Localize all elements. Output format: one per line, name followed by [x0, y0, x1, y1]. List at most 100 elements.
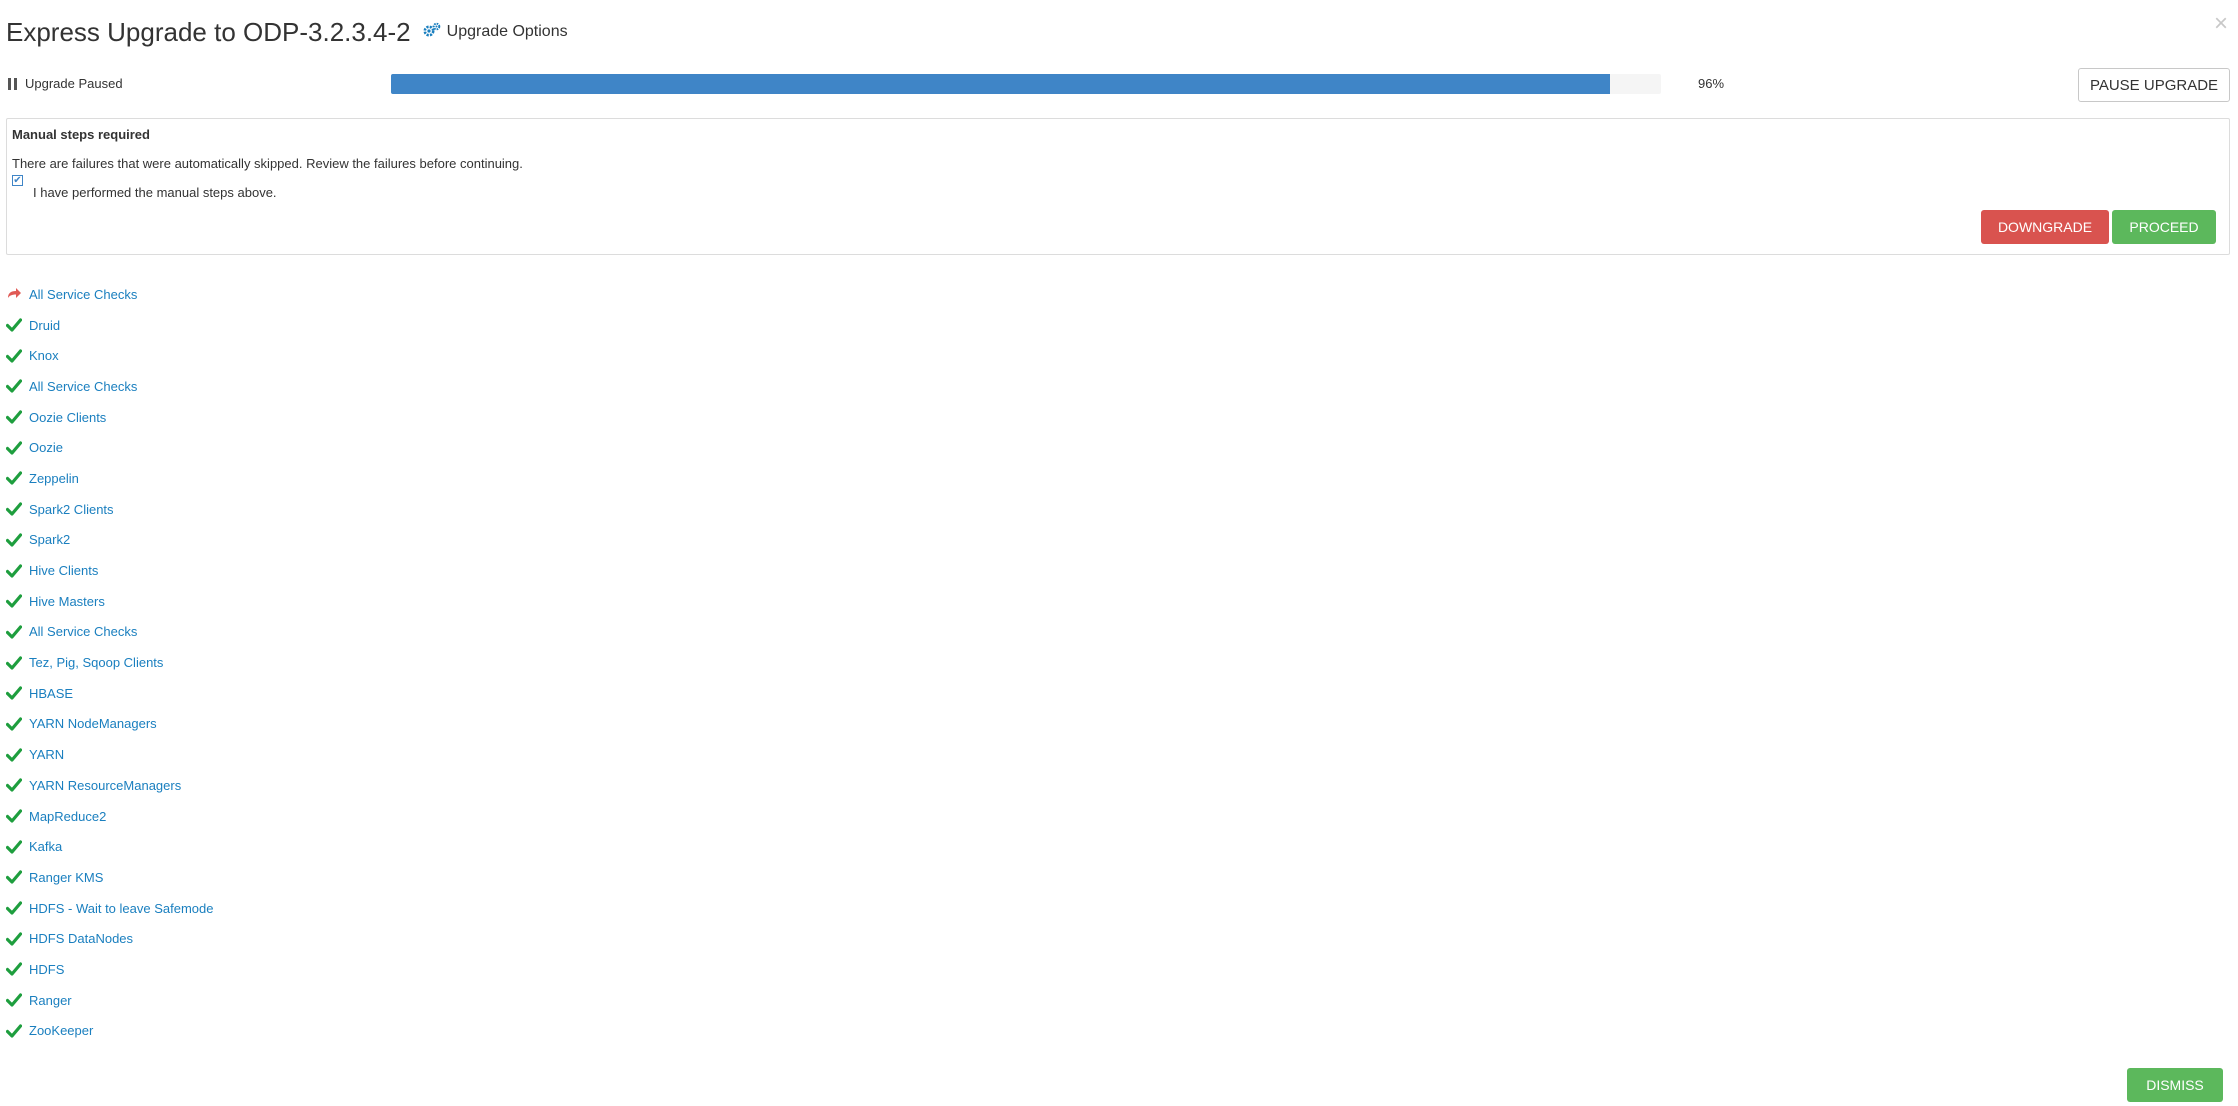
- manual-steps-checkbox[interactable]: ✔: [12, 175, 23, 186]
- task-item: Tez, Pig, Sqoop Clients: [6, 647, 606, 678]
- upgrade-progress-fill: [391, 74, 1611, 94]
- gears-icon: [423, 22, 441, 43]
- task-item: Oozie: [6, 432, 606, 463]
- checkmark-icon: [6, 961, 22, 977]
- task-link[interactable]: HDFS: [29, 962, 64, 977]
- task-item: YARN ResourceManagers: [6, 770, 606, 801]
- skip-arrow-icon: [6, 286, 22, 302]
- task-item: Hive Clients: [6, 555, 606, 586]
- checkmark-icon: [6, 378, 22, 394]
- task-link[interactable]: YARN NodeManagers: [29, 716, 157, 731]
- checkmark-icon: [6, 808, 22, 824]
- task-link[interactable]: Hive Masters: [29, 594, 105, 609]
- checkmark-icon: [6, 685, 22, 701]
- checkmark-icon: [6, 593, 22, 609]
- task-link[interactable]: HDFS - Wait to leave Safemode: [29, 901, 213, 916]
- checkmark-icon: [6, 470, 22, 486]
- checkmark-icon: [6, 900, 22, 916]
- checkmark-icon: [6, 624, 22, 640]
- upgrade-progress-percent: 96%: [1698, 76, 1725, 91]
- modal-title: Express Upgrade to ODP-3.2.3.4-2: [6, 16, 411, 47]
- checkmark-icon: ✔: [13, 174, 22, 186]
- task-link[interactable]: Spark2: [29, 532, 70, 547]
- upgrade-options-link[interactable]: Upgrade Options: [423, 22, 568, 43]
- task-item: Ranger KMS: [6, 862, 606, 893]
- task-link[interactable]: Spark2 Clients: [29, 502, 114, 517]
- task-link[interactable]: Tez, Pig, Sqoop Clients: [29, 655, 163, 670]
- checkmark-icon: [6, 501, 22, 517]
- task-item: All Service Checks: [6, 279, 606, 310]
- checkmark-icon: [6, 409, 22, 425]
- manual-steps-confirmation: ✔ I have performed the manual steps abov…: [12, 175, 277, 200]
- downgrade-button[interactable]: DOWNGRADE: [1981, 210, 2109, 244]
- task-link[interactable]: YARN: [29, 747, 64, 762]
- task-link[interactable]: Ranger KMS: [29, 870, 103, 885]
- checkmark-icon: [6, 563, 22, 579]
- task-item: Knox: [6, 340, 606, 371]
- task-link[interactable]: Oozie: [29, 440, 63, 455]
- close-icon[interactable]: ×: [2214, 12, 2228, 36]
- checkmark-icon: [6, 777, 22, 793]
- task-link[interactable]: Knox: [29, 348, 59, 363]
- task-link[interactable]: HDFS DataNodes: [29, 931, 133, 946]
- checkmark-icon: [6, 869, 22, 885]
- task-item: Spark2: [6, 525, 606, 556]
- checkmark-icon: [6, 747, 22, 763]
- manual-steps-message: There are failures that were automatical…: [12, 156, 523, 171]
- upgrade-progress-row: Upgrade Paused 96% PAUSE UPGRADE: [8, 68, 2230, 102]
- task-link[interactable]: YARN ResourceManagers: [29, 778, 181, 793]
- task-item: Druid: [6, 310, 606, 341]
- upgrade-task-list: All Service Checks Druid Knox All Service C…: [6, 279, 606, 1050]
- checkmark-icon: [6, 1023, 22, 1039]
- checkmark-icon: [6, 992, 22, 1008]
- task-link[interactable]: Oozie Clients: [29, 410, 106, 425]
- task-item: MapReduce2: [6, 801, 606, 832]
- checkmark-icon: [6, 716, 22, 732]
- checkmark-icon: [6, 931, 22, 947]
- task-link[interactable]: Hive Clients: [29, 563, 98, 578]
- task-item: YARN: [6, 739, 606, 770]
- task-item: Zeppelin: [6, 463, 606, 494]
- task-item: Spark2 Clients: [6, 494, 606, 525]
- task-link[interactable]: Ranger: [29, 993, 72, 1008]
- task-item: ZooKeeper: [6, 1016, 606, 1047]
- proceed-button[interactable]: PROCEED: [2112, 210, 2216, 244]
- task-link[interactable]: Druid: [29, 318, 60, 333]
- task-link[interactable]: All Service Checks: [29, 624, 137, 639]
- manual-steps-panel: Manual steps required There are failures…: [6, 118, 2230, 255]
- task-link[interactable]: HBASE: [29, 686, 73, 701]
- checkmark-icon: [6, 532, 22, 548]
- task-item: Oozie Clients: [6, 402, 606, 433]
- upgrade-status-text: Upgrade Paused: [25, 76, 123, 91]
- task-link[interactable]: Zeppelin: [29, 471, 79, 486]
- task-item: HDFS - Wait to leave Safemode: [6, 893, 606, 924]
- pause-icon: [8, 77, 17, 90]
- task-link[interactable]: MapReduce2: [29, 809, 106, 824]
- upgrade-progress-bar: [391, 74, 1661, 94]
- checkmark-icon: [6, 440, 22, 456]
- modal-header: Express Upgrade to ODP-3.2.3.4-2 Upgrade…: [6, 12, 2238, 52]
- dismiss-button[interactable]: DISMISS: [2127, 1068, 2223, 1102]
- task-item: YARN NodeManagers: [6, 709, 606, 740]
- task-link[interactable]: All Service Checks: [29, 287, 137, 302]
- task-item: HDFS: [6, 954, 606, 985]
- task-item: Hive Masters: [6, 586, 606, 617]
- task-link[interactable]: All Service Checks: [29, 379, 137, 394]
- task-item: Kafka: [6, 831, 606, 862]
- task-item: HBASE: [6, 678, 606, 709]
- checkmark-icon: [6, 348, 22, 364]
- checkmark-icon: [6, 655, 22, 671]
- upgrade-options-label: Upgrade Options: [446, 23, 568, 40]
- manual-steps-title: Manual steps required: [12, 127, 150, 142]
- checkmark-icon: [6, 839, 22, 855]
- task-item: All Service Checks: [6, 371, 606, 402]
- task-link[interactable]: Kafka: [29, 839, 62, 854]
- manual-steps-checkbox-label[interactable]: I have performed the manual steps above.: [33, 185, 277, 200]
- upgrade-status: Upgrade Paused: [8, 76, 123, 91]
- pause-upgrade-button[interactable]: PAUSE UPGRADE: [2078, 68, 2230, 102]
- task-link[interactable]: ZooKeeper: [29, 1023, 93, 1038]
- task-item: Ranger: [6, 985, 606, 1016]
- task-item: All Service Checks: [6, 617, 606, 648]
- task-item: HDFS DataNodes: [6, 923, 606, 954]
- checkmark-icon: [6, 317, 22, 333]
